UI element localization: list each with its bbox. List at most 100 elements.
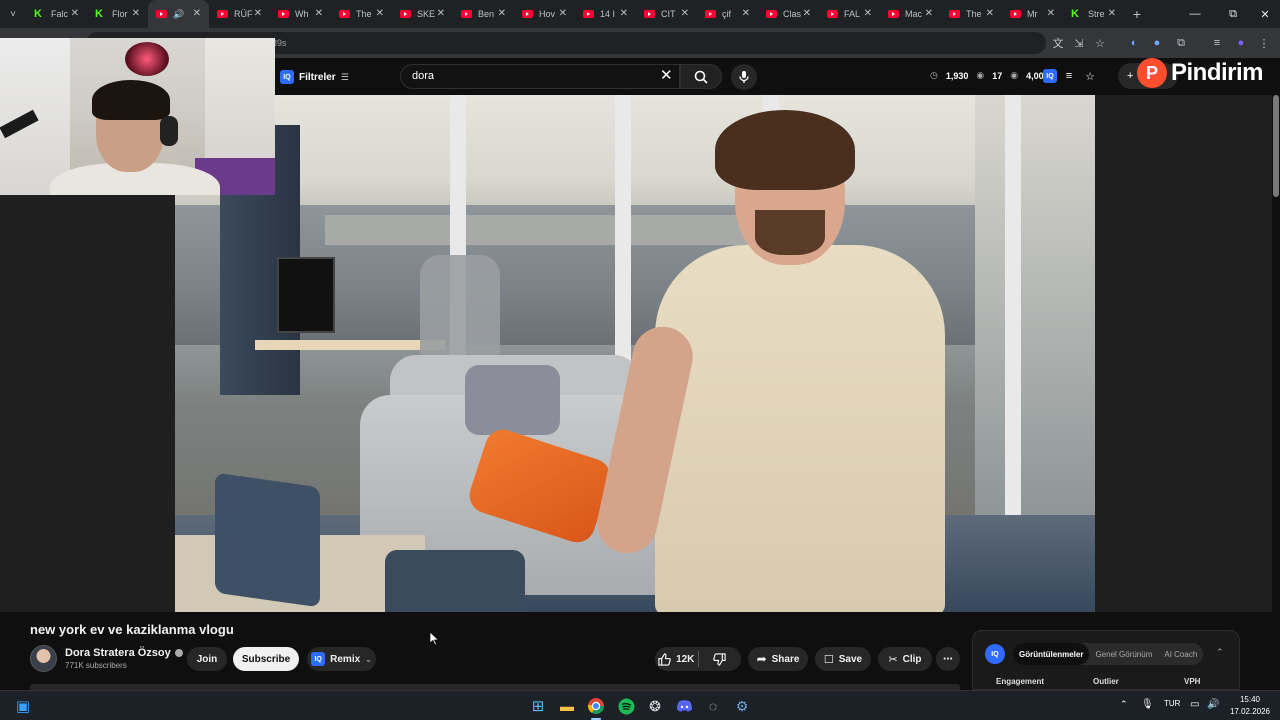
tab-close-icon[interactable]: ✕ (620, 8, 628, 19)
vidiq-list-icon[interactable]: ≡ (1061, 68, 1077, 84)
more-actions-button[interactable]: ⋯ (936, 647, 960, 671)
thumbs-down-icon (713, 652, 726, 666)
tab-close-icon[interactable]: ✕ (254, 8, 262, 19)
widgets-icon[interactable]: ▣ (12, 695, 34, 717)
clear-search-icon[interactable]: ✕ (660, 66, 673, 84)
browser-tab[interactable]: Hov ✕ (514, 0, 575, 28)
vidiq-tab-ai-coach[interactable]: AI Coach (1158, 643, 1203, 665)
browser-tab[interactable]: Mr ✕ (1002, 0, 1063, 28)
vidiq-tabs: Görüntülenmeler Genel Görünüm AI Coach (1013, 643, 1203, 665)
tab-close-icon[interactable]: ✕ (742, 8, 750, 19)
clock-icon: ◷ (930, 70, 938, 80)
ranking-icon[interactable]: ☆ (1082, 68, 1098, 84)
taskbar-clock[interactable]: 15:40 17.02.2026 (1228, 694, 1272, 718)
browser-tab[interactable]: K Falc ✕ (26, 0, 87, 28)
tab-close-icon[interactable]: ✕ (681, 8, 689, 19)
browser-tab[interactable]: çif ✕ (697, 0, 758, 28)
audio-playing-icon[interactable]: 🔊 (173, 9, 184, 20)
stat-watching: 17 (992, 70, 1003, 81)
start-windows-icon[interactable]: ⊞ (527, 695, 549, 717)
browser-tab[interactable]: FAL ✕ (819, 0, 880, 28)
browser-tab[interactable]: Ben ✕ (453, 0, 514, 28)
tray-volume-icon[interactable]: 🔊 (1207, 699, 1219, 710)
browser-tab[interactable]: K Flor ✕ (87, 0, 148, 28)
tab-close-icon[interactable]: ✕ (315, 8, 323, 19)
browser-tab[interactable]: SKE ✕ (392, 0, 453, 28)
browser-tab[interactable]: 14 I ✕ (575, 0, 636, 28)
tab-close-icon[interactable]: ✕ (986, 8, 994, 19)
close-window-button[interactable]: ✕ (1248, 0, 1280, 28)
bookmark-star-icon[interactable]: ☆ (1090, 33, 1110, 53)
browser-menu-icon[interactable]: ⋮ (1254, 33, 1274, 53)
input-language[interactable]: TUR (1164, 699, 1180, 708)
install-app-icon[interactable]: ⇲ (1069, 33, 1089, 53)
tab-close-icon[interactable]: ✕ (193, 8, 201, 19)
tab-close-icon[interactable]: ✕ (376, 8, 384, 19)
browser-tab[interactable]: Wh ✕ (270, 0, 331, 28)
app-circle-icon[interactable]: ❂ (644, 695, 666, 717)
discord-icon[interactable] (673, 695, 695, 717)
vidiq-filters-button[interactable]: IQ Filtreler ☰ (280, 68, 349, 86)
restore-button[interactable]: ⧉ (1216, 0, 1250, 28)
video-dining-chair (385, 550, 525, 612)
translate-icon[interactable]: 文 (1048, 33, 1068, 53)
share-button[interactable]: ➦ Share (748, 647, 808, 671)
steam-icon[interactable]: ⚙ (731, 695, 753, 717)
search-input[interactable]: dora (400, 64, 680, 89)
chrome-icon[interactable] (585, 695, 607, 717)
tab-close-icon[interactable]: ✕ (1047, 8, 1055, 19)
tab-close-icon[interactable]: ✕ (132, 8, 140, 19)
scrollbar-thumb[interactable] (1273, 95, 1279, 197)
minimize-button[interactable]: — (1178, 0, 1212, 28)
channel-name[interactable]: Dora Stratera Özsoy (65, 647, 183, 659)
browser-tab[interactable]: 🔊 ✕ (148, 0, 209, 28)
new-tab-button[interactable]: + (1124, 0, 1150, 28)
tray-display-icon[interactable]: ▭ (1190, 699, 1199, 710)
vidiq-tab-overview[interactable]: Genel Görünüm (1089, 643, 1158, 665)
tab-close-icon[interactable]: ✕ (559, 8, 567, 19)
tab-close-icon[interactable]: ✕ (803, 8, 811, 19)
join-button[interactable]: Join (187, 647, 227, 671)
reading-list-icon[interactable]: ≡ (1207, 33, 1227, 53)
like-button[interactable]: 12K (655, 647, 698, 671)
extension-audio-icon[interactable]: ◖ (1123, 33, 1143, 53)
video-player[interactable] (175, 95, 1095, 612)
browser-tab[interactable]: The ✕ (331, 0, 392, 28)
tab-close-icon[interactable]: ✕ (437, 8, 445, 19)
dislike-button[interactable] (698, 647, 741, 671)
browser-tab[interactable]: Mac ✕ (880, 0, 941, 28)
clip-button[interactable]: ✂ Clip (878, 647, 932, 671)
browser-tab[interactable]: Clas ✕ (758, 0, 819, 28)
youtube-icon (1010, 10, 1021, 18)
search-button[interactable] (680, 64, 722, 89)
file-explorer-icon[interactable]: ▬ (556, 695, 578, 717)
tab-close-icon[interactable]: ✕ (864, 8, 872, 19)
tab-close-icon[interactable]: ✕ (498, 8, 506, 19)
vidiq-tab-views[interactable]: Görüntülenmeler (1013, 643, 1090, 665)
tab-close-icon[interactable]: ✕ (71, 8, 79, 19)
voice-search-button[interactable] (731, 64, 757, 90)
app-dashed-circle-icon[interactable]: ◌ (702, 695, 724, 717)
browser-tab[interactable]: CIT ✕ (636, 0, 697, 28)
spotify-icon[interactable] (615, 695, 637, 717)
extensions-puzzle-icon[interactable]: ⧉ (1171, 33, 1191, 53)
tab-close-icon[interactable]: ✕ (1108, 8, 1116, 19)
microphone-icon (739, 71, 749, 83)
vidiq-badge-icon[interactable]: IQ (1042, 68, 1058, 84)
subscribe-button[interactable]: Subscribe (233, 647, 299, 671)
tab-close-icon[interactable]: ✕ (925, 8, 933, 19)
tray-microphone-icon[interactable]: 🎙 (1141, 699, 1154, 710)
tab-search-button[interactable]: ˅ (0, 0, 26, 28)
save-button[interactable]: ☐ Save (815, 647, 871, 671)
channel-avatar[interactable] (30, 645, 57, 672)
browser-tab[interactable]: RÜF ✕ (209, 0, 270, 28)
vidiq-remix-button[interactable]: IQ Remix ⌄ (307, 647, 376, 671)
browser-tab[interactable]: K Stre ✕ (1063, 0, 1124, 28)
pindirim-watermark: P Pindirim (1137, 58, 1264, 88)
profile-avatar-icon[interactable]: ● (1231, 33, 1251, 53)
chevron-up-icon[interactable]: ⌃ (1216, 647, 1224, 658)
browser-tab[interactable]: The ✕ (941, 0, 1002, 28)
video-person-shirt (655, 245, 945, 612)
vidiq-extension-icon[interactable]: ● (1147, 33, 1167, 53)
tray-chevron-icon[interactable]: ⌃ (1120, 699, 1128, 710)
